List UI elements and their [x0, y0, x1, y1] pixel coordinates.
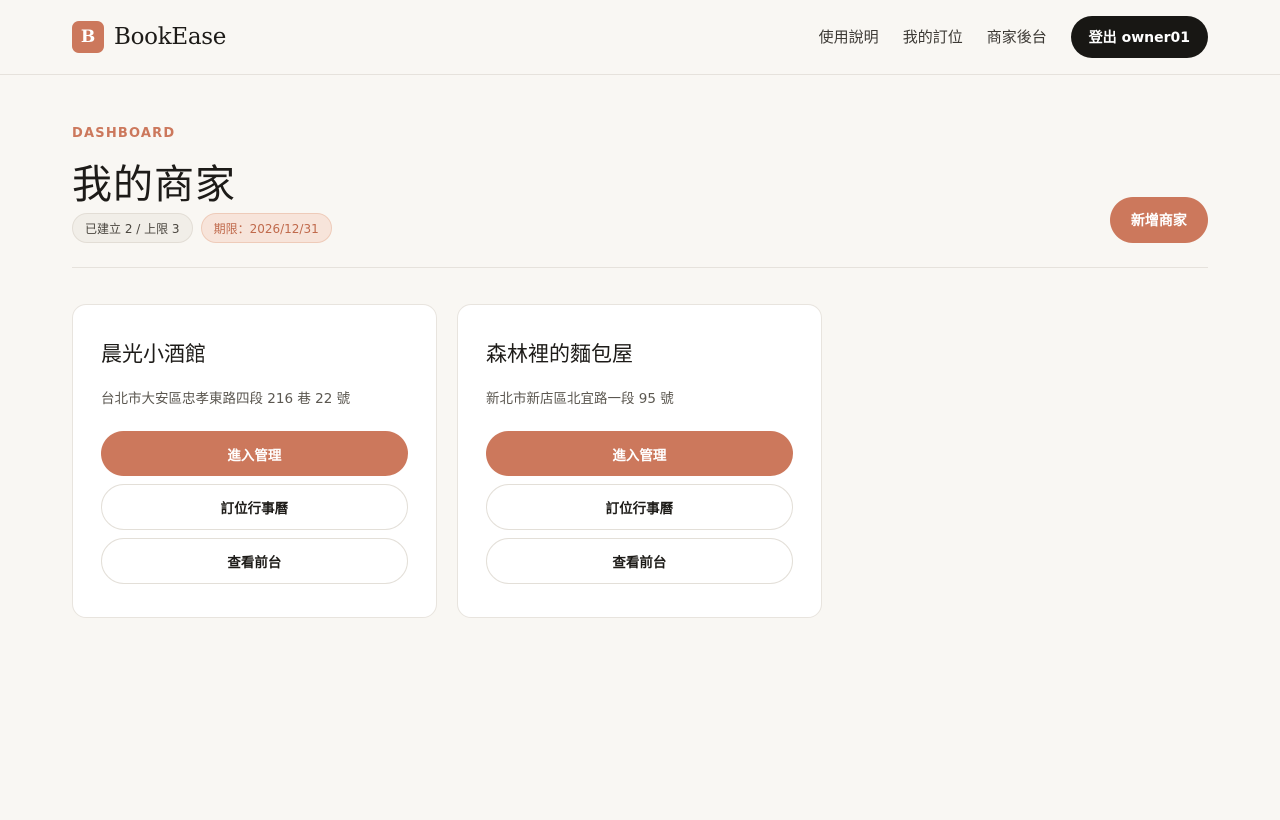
- brand-logo-icon: B: [72, 21, 104, 53]
- expiry-badge: 期限：2026/12/31: [200, 213, 332, 243]
- business-name: 森林裡的麵包屋: [486, 342, 633, 366]
- manage-button[interactable]: 進入管理: [486, 431, 793, 476]
- business-address: 台北市大安區忠孝東路四段 216 巷 22 號: [101, 391, 351, 407]
- page-title: 我的商家: [72, 162, 236, 208]
- nav-link-my-bookings[interactable]: 我的訂位: [903, 16, 963, 58]
- business-count-badge: 已建立 2 / 上限 3: [72, 213, 193, 243]
- view-frontend-button[interactable]: 查看前台: [486, 538, 793, 584]
- business-card: 森林裡的麵包屋 新北市新店區北宜路一段 95 號 進入管理 訂位行事曆 查看前台: [457, 304, 822, 618]
- main-nav: 使用說明 我的訂位 商家後台 登出 owner01: [819, 16, 1208, 58]
- view-frontend-button[interactable]: 查看前台: [101, 538, 408, 584]
- logout-button[interactable]: 登出 owner01: [1070, 16, 1208, 58]
- page-eyebrow: DASHBOARD: [72, 126, 176, 141]
- business-address: 新北市新店區北宜路一段 95 號: [486, 391, 674, 407]
- booking-calendar-button[interactable]: 訂位行事曆: [486, 484, 793, 530]
- business-card: 晨光小酒館 台北市大安區忠孝東路四段 216 巷 22 號 進入管理 訂位行事曆…: [72, 304, 437, 618]
- nav-link-merchant-admin[interactable]: 商家後台: [987, 16, 1047, 58]
- top-navbar: B BookEase 使用說明 我的訂位 商家後台 登出 owner01: [0, 0, 1280, 75]
- booking-calendar-button[interactable]: 訂位行事曆: [101, 484, 408, 530]
- brand[interactable]: B BookEase: [72, 21, 226, 53]
- nav-link-guide[interactable]: 使用說明: [819, 16, 879, 58]
- header-divider: [72, 267, 1208, 268]
- brand-name: BookEase: [114, 24, 227, 50]
- manage-button[interactable]: 進入管理: [101, 431, 408, 476]
- add-business-button[interactable]: 新增商家: [1110, 197, 1208, 243]
- business-name: 晨光小酒館: [101, 342, 206, 366]
- status-badges: 已建立 2 / 上限 3 期限：2026/12/31: [72, 213, 340, 243]
